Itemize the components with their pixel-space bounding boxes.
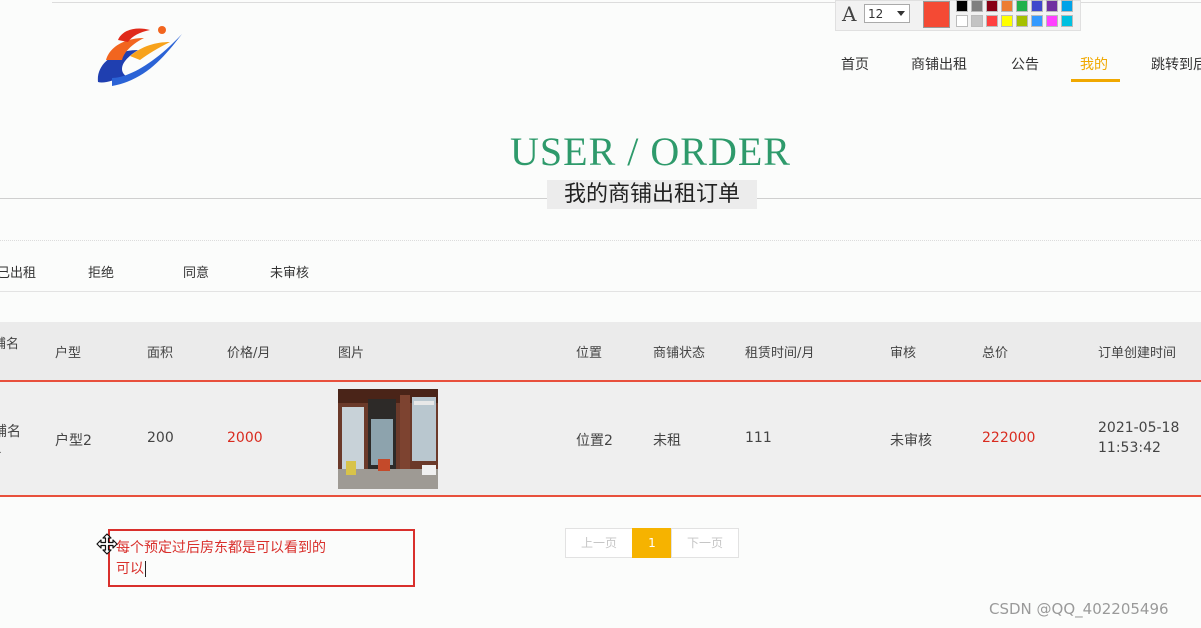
color-swatch[interactable] (1016, 0, 1028, 12)
page-title-en: USER / ORDER (0, 128, 1201, 175)
nav-active-indicator (1071, 79, 1120, 82)
col-header-name: 铺名 (0, 337, 20, 352)
nav-home[interactable]: 首页 (841, 54, 869, 82)
nav-mine[interactable]: 我的 (1080, 54, 1108, 82)
page-title-en-text: USER / ORDER (510, 129, 791, 174)
page-title-cn: 我的商铺出租订单 (563, 182, 740, 207)
col-header-area: 面积 (147, 346, 174, 361)
col-header-location: 位置 (576, 346, 603, 361)
color-swatch[interactable] (986, 0, 998, 12)
col-header-layout: 户型 (55, 346, 82, 361)
color-swatch[interactable] (1001, 0, 1013, 12)
prev-page-button[interactable]: 上一页 (565, 528, 633, 558)
cell-lease: 111 (745, 430, 772, 446)
color-swatch[interactable] (986, 15, 998, 27)
hero-divider-right (757, 198, 1201, 199)
font-size-select[interactable]: 12 (864, 4, 910, 23)
nav-shop-rental[interactable]: 商铺出租 (911, 54, 967, 82)
row-highlight-top (0, 380, 1201, 382)
col-header-created: 订单创建时间 (1098, 346, 1177, 361)
color-swatch[interactable] (1031, 15, 1043, 27)
cell-audit: 未审核 (890, 433, 932, 449)
cell-name-line2: 1 (0, 441, 2, 457)
annotation-line-2: 可以 (116, 561, 144, 577)
site-logo[interactable] (92, 20, 186, 92)
annotation-line-2-wrap: 可以 (116, 559, 406, 580)
color-swatch[interactable] (1031, 0, 1043, 12)
row-highlight-bottom (0, 495, 1201, 497)
cell-status: 未租 (653, 433, 681, 449)
font-icon[interactable]: A (842, 2, 860, 26)
col-header-price: 价格/月 (227, 346, 271, 361)
filter-rejected[interactable]: 拒绝 (88, 262, 114, 281)
cell-created-date: 2021-05-18 (1098, 420, 1180, 436)
col-header-image: 图片 (338, 346, 365, 361)
annotation-line-1: 每个预定过后房东都是可以看到的 (116, 540, 326, 556)
col-header-total: 总价 (982, 346, 1009, 361)
color-swatch[interactable] (1001, 15, 1013, 27)
hero-divider-left (0, 198, 547, 199)
cell-name: 铺名 (0, 424, 21, 440)
filter-rented[interactable]: 已出租 (0, 262, 36, 281)
color-swatch[interactable] (956, 15, 968, 27)
cell-layout: 户型2 (55, 433, 92, 449)
color-swatch[interactable] (1061, 0, 1073, 12)
annotation-text[interactable]: 每个预定过后房东都是可以看到的 可以 (116, 538, 406, 580)
col-header-audit: 审核 (890, 346, 917, 361)
font-size-value: 12 (868, 7, 884, 21)
section-divider (0, 240, 1201, 241)
filter-pending[interactable]: 未审核 (270, 262, 309, 281)
color-swatch[interactable] (1016, 15, 1028, 27)
color-swatch[interactable] (1061, 15, 1073, 27)
color-swatch[interactable] (971, 15, 983, 27)
color-swatch[interactable] (1046, 15, 1058, 27)
next-page-button[interactable]: 下一页 (671, 528, 739, 558)
color-swatch[interactable] (971, 0, 983, 12)
cell-area: 200 (147, 430, 174, 446)
cell-price: 2000 (227, 430, 263, 446)
col-header-status: 商铺状态 (653, 346, 706, 361)
text-cursor (145, 561, 146, 577)
filter-divider (0, 291, 1201, 292)
color-swatch[interactable] (1046, 0, 1058, 12)
move-icon[interactable] (96, 533, 118, 555)
watermark: CSDN @QQ_402205496 (989, 600, 1169, 618)
nav-jump-to-admin[interactable]: 跳转到后 (1151, 54, 1201, 82)
storefront-photo[interactable] (338, 389, 438, 489)
cell-location: 位置2 (576, 433, 613, 449)
chevron-down-icon (897, 11, 905, 16)
current-page-button[interactable]: 1 (632, 528, 672, 558)
cell-created-time: 11:53:42 (1098, 440, 1161, 456)
filter-approved[interactable]: 同意 (183, 262, 209, 281)
nav-announcement[interactable]: 公告 (1011, 54, 1039, 82)
selected-color-swatch[interactable] (923, 1, 950, 28)
cell-total: 222000 (982, 430, 1036, 446)
col-header-lease: 租赁时间/月 (745, 346, 815, 361)
color-swatch[interactable] (956, 0, 968, 12)
